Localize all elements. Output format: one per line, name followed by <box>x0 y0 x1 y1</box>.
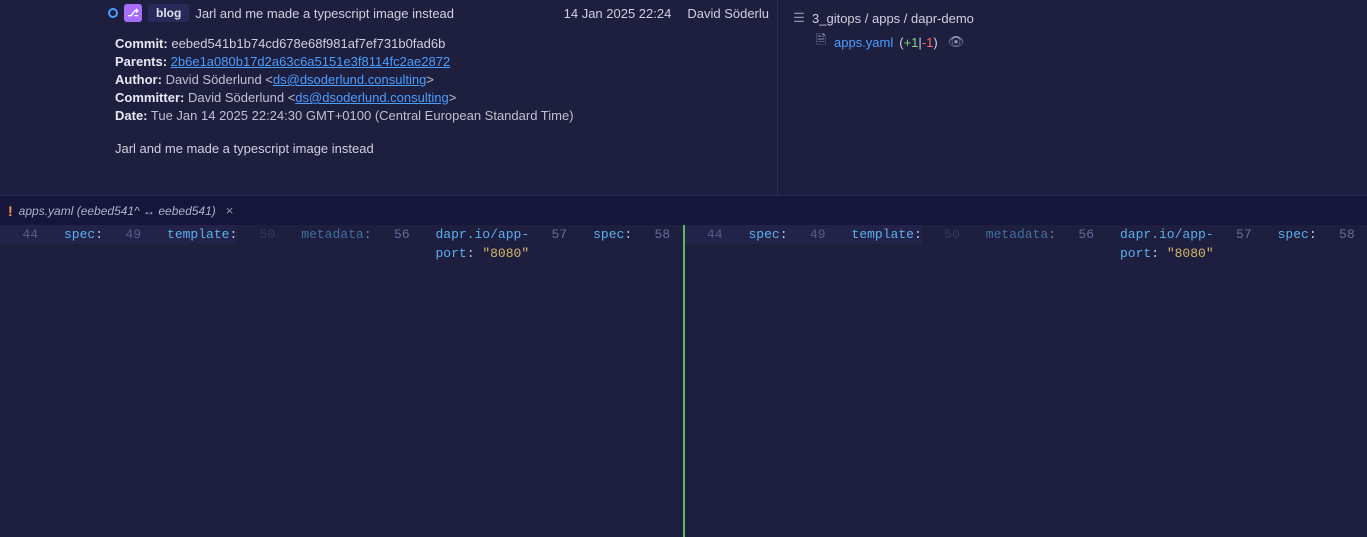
changed-files-tree: ☰ 3_gitops / apps / dapr-demo 🗎 apps.yam… <box>777 0 1367 195</box>
code-line[interactable]: 56 dapr.io/app-port: "8080" <box>1056 225 1214 244</box>
code-line[interactable]: 57 spec: <box>1214 225 1317 244</box>
commit-date-short: 14 Jan 2025 22:24 <box>564 6 672 21</box>
code-content: spec: <box>60 225 103 244</box>
code-content: spec: <box>1274 225 1317 244</box>
diff-marker <box>575 225 589 244</box>
diff-marker <box>1363 225 1367 244</box>
committer-label: Committer: <box>115 90 184 105</box>
diff-marker <box>968 225 982 244</box>
graph-node-icon <box>108 8 118 18</box>
code-line[interactable]: 56 dapr.io/app-port: "8080" <box>372 225 530 244</box>
date-label: Date: <box>115 108 148 123</box>
commit-header: ⎇ blog Jarl and me made a typescript ima… <box>0 0 777 26</box>
folder-icon: ☰ <box>792 10 806 26</box>
line-number: 50 <box>237 225 283 244</box>
diff-tab-bar: ! apps.yaml (eebed541^ ↔ eebed541) × <box>0 195 1367 225</box>
commit-message: Jarl and me made a typescript image inst… <box>115 141 757 156</box>
modified-icon: ! <box>8 203 13 219</box>
commit-user: David Söderlu <box>687 6 769 21</box>
line-number: 50 <box>922 225 968 244</box>
line-number: 57 <box>1214 225 1260 244</box>
code-line[interactable]: 50 metadata: <box>922 225 1056 244</box>
code-content: dapr.io/app-port: "8080" <box>1116 225 1214 244</box>
diff-marker <box>149 225 163 244</box>
code-line[interactable]: 44 spec: <box>685 225 788 244</box>
commit-hash[interactable]: eebed541b1b74cd678e68f981af7ef731b0fad6b <box>171 36 445 51</box>
diff-area: 44spec:49 template:50 metadata:56 dapr.i… <box>0 225 1367 537</box>
code-content: template: <box>163 225 237 244</box>
author-label: Author: <box>115 72 162 87</box>
file-icon: 🗎 <box>814 31 828 53</box>
diff-marker <box>834 225 848 244</box>
diff-marker <box>46 225 60 244</box>
code-content: spec: <box>589 225 632 244</box>
code-line[interactable]: 50 metadata: <box>237 225 371 244</box>
tree-path: 3_gitops / apps / dapr-demo <box>812 11 974 26</box>
diff-pane-right[interactable]: 44spec:49 template:50 metadata:56 dapr.i… <box>685 225 1367 537</box>
tree-file-row[interactable]: 🗎 apps.yaml (+1|-1) 👁 <box>792 31 1353 53</box>
committer-name: David Söderlund < <box>188 90 295 105</box>
line-number: 44 <box>0 225 46 244</box>
code-content: metadata: <box>982 225 1056 244</box>
commit-info: ⎇ blog Jarl and me made a typescript ima… <box>0 0 777 195</box>
code-line[interactable]: 58 containers: <box>1317 225 1367 244</box>
code-content: spec: <box>745 225 788 244</box>
diff-marker <box>1102 225 1116 244</box>
author-name: David Söderlund < <box>166 72 273 87</box>
branch-icon: ⎇ <box>124 4 142 22</box>
diff-stat: (+1|-1) <box>899 35 937 50</box>
line-number: 49 <box>788 225 834 244</box>
commit-subject: Jarl and me made a typescript image inst… <box>195 6 454 21</box>
line-number: 44 <box>685 225 731 244</box>
author-email-link[interactable]: ds@dsoderlund.consulting <box>273 72 426 87</box>
close-icon[interactable]: × <box>226 203 234 218</box>
code-content: dapr.io/app-port: "8080" <box>432 225 530 244</box>
diff-marker <box>418 225 432 244</box>
code-content: template: <box>848 225 922 244</box>
line-number: 58 <box>632 225 678 244</box>
parent-hash-link[interactable]: 2b6e1a080b17d2a63c6a5151e3f8114fc2ae2872 <box>171 54 451 69</box>
diff-marker <box>283 225 297 244</box>
tree-filename: apps.yaml <box>834 35 893 50</box>
code-line[interactable]: 57 spec: <box>529 225 632 244</box>
commit-label: Commit: <box>115 36 168 51</box>
line-number: 57 <box>529 225 575 244</box>
diff-tab-label[interactable]: apps.yaml (eebed541^ ↔ eebed541) <box>19 204 216 218</box>
deletions: -1 <box>922 35 934 50</box>
commit-body: Commit: eebed541b1b74cd678e68f981af7ef73… <box>0 26 777 166</box>
diff-pane-left[interactable]: 44spec:49 template:50 metadata:56 dapr.i… <box>0 225 685 537</box>
diff-marker <box>1260 225 1274 244</box>
line-number: 56 <box>372 225 418 244</box>
code-line[interactable]: 49 template: <box>103 225 237 244</box>
branch-badge[interactable]: blog <box>148 4 189 22</box>
line-number: 49 <box>103 225 149 244</box>
code-line[interactable]: 49 template: <box>788 225 922 244</box>
code-content: metadata: <box>297 225 371 244</box>
line-number: 58 <box>1317 225 1363 244</box>
additions: +1 <box>904 35 919 50</box>
commit-detail-panel: ⎇ blog Jarl and me made a typescript ima… <box>0 0 1367 195</box>
diff-marker <box>731 225 745 244</box>
committer-email-link[interactable]: ds@dsoderlund.consulting <box>295 90 448 105</box>
eye-icon[interactable]: 👁 <box>948 34 965 50</box>
commit-date-full: Tue Jan 14 2025 22:24:30 GMT+0100 (Centr… <box>151 108 574 123</box>
code-line[interactable]: 58 containers: <box>632 225 684 244</box>
line-number: 56 <box>1056 225 1102 244</box>
code-line[interactable]: 44 spec: <box>0 225 103 244</box>
parents-label: Parents: <box>115 54 167 69</box>
tree-folder-row[interactable]: ☰ 3_gitops / apps / dapr-demo <box>792 10 1353 26</box>
